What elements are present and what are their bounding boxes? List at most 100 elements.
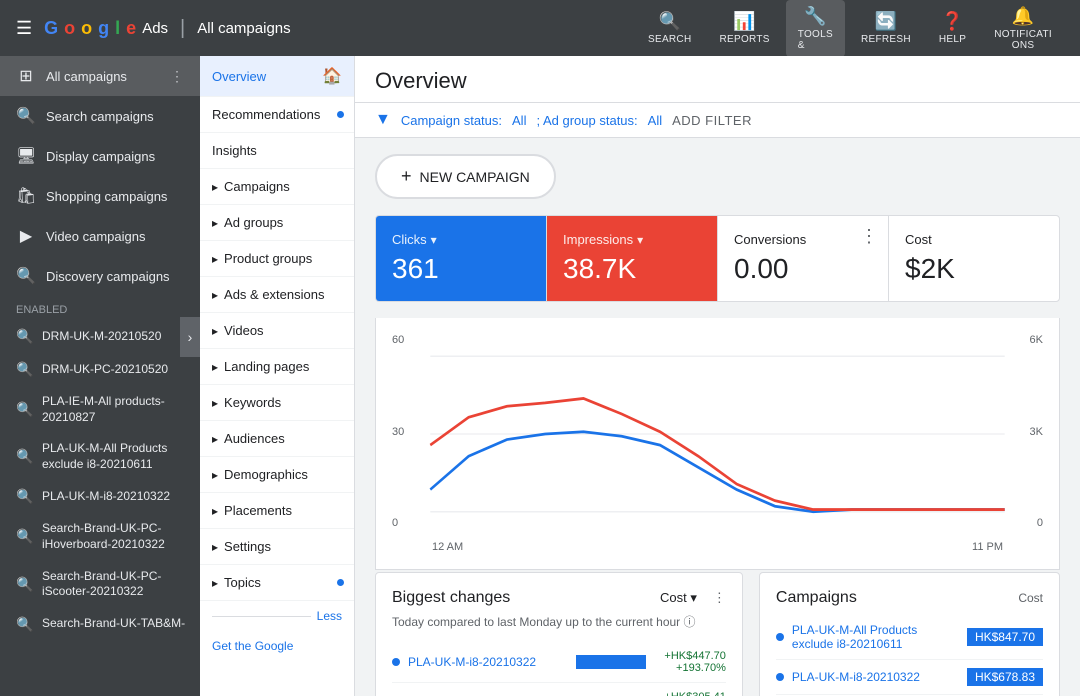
camp-name-1[interactable]: PLA-UK-M-All Products exclude i8-2021061… (792, 623, 959, 651)
campaigns-card-header: Campaigns Cost (776, 589, 1043, 607)
impressions-dropdown-icon[interactable]: ▾ (637, 233, 643, 247)
metrics-row: Clicks ▾ 361 Impressions ▾ 38.7K Convers… (375, 215, 1060, 302)
sidebar-all-campaigns-label: All campaigns (46, 69, 160, 84)
new-campaign-label: NEW CAMPAIGN (420, 169, 530, 185)
ad-group-status-value[interactable]: All (648, 113, 662, 128)
logo-l: l (115, 18, 120, 39)
sec-nav-recommendations-label: Recommendations (212, 107, 342, 122)
drm-uk-m-label: DRM-UK-M-20210520 (42, 329, 188, 345)
bc-name-1[interactable]: PLA-UK-M-i8-20210322 (408, 655, 568, 669)
sec-nav-settings[interactable]: ▸ Settings (200, 529, 354, 565)
chart-area: 60 30 0 6K 3K 0 (375, 318, 1060, 570)
sec-nav-product-groups[interactable]: ▸ Product groups (200, 241, 354, 277)
impressions-metric: Impressions ▾ 38.7K (547, 216, 718, 301)
tools-nav-button[interactable]: 🔧 TOOLS& (786, 0, 845, 57)
chart-svg (392, 334, 1043, 534)
sidebar-item-search-campaigns[interactable]: 🔍 Search campaigns (0, 96, 200, 136)
sidebar-campaign-search-brand-iscoot[interactable]: 🔍 Search-Brand-UK-PC-iScooter-20210322 (0, 561, 200, 608)
sidebar-campaign-search-brand-tab[interactable]: 🔍 Search-Brand-UK-TAB&M- (0, 608, 200, 641)
product-groups-arrow-icon: ▸ (212, 252, 218, 266)
clicks-dropdown-icon[interactable]: ▾ (431, 233, 437, 247)
sidebar-campaign-drm-uk-m[interactable]: 🔍 DRM-UK-M-20210520 › (0, 320, 200, 353)
sec-nav-topics[interactable]: ▸ Topics (200, 565, 354, 601)
biggest-changes-title: Biggest changes (392, 589, 652, 607)
conversions-metric: Conversions 0.00 ⋮ (718, 216, 889, 301)
clicks-value: 361 (392, 253, 530, 285)
sidebar-campaign-pla-ie-m[interactable]: 🔍 PLA-IE-M-All products-20210827 (0, 386, 200, 433)
reports-nav-button[interactable]: 📊 REPORTS (707, 5, 781, 51)
logo-o2: o (81, 18, 92, 39)
sec-nav-landing-pages-label: Landing pages (224, 359, 342, 374)
sec-nav-get-google[interactable]: Get the Google (200, 631, 354, 661)
sec-nav-ads-extensions[interactable]: ▸ Ads & extensions (200, 277, 354, 313)
biggest-changes-header: Biggest changes Cost ▾ ⋮ (392, 589, 726, 607)
refresh-nav-button[interactable]: 🔄 REFRESH (849, 5, 923, 51)
sidebar-campaign-pla-uk-m-excl[interactable]: 🔍 PLA-UK-M-All Products exclude i8-20210… (0, 433, 200, 480)
sidebar-item-discovery-campaigns[interactable]: 🔍 Discovery campaigns (0, 256, 200, 296)
cost-dropdown[interactable]: Cost ▾ (660, 590, 697, 606)
less-label: Less (317, 609, 342, 623)
ad-group-status-label: ; Ad group status: (536, 113, 637, 128)
metrics-more-icon[interactable]: ⋮ (860, 226, 878, 247)
add-filter-button[interactable]: ADD FILTER (672, 113, 752, 128)
search-brand-hover-label: Search-Brand-UK-PC-iHoverboard-20210322 (42, 521, 188, 552)
sidebar-item-video-campaigns[interactable]: ▶ Video campaigns (0, 216, 200, 256)
sidebar-discovery-campaigns-label: Discovery campaigns (46, 269, 184, 284)
sec-nav-topics-label: Topics (224, 575, 342, 590)
logo-e: e (126, 18, 136, 39)
sec-nav-audiences[interactable]: ▸ Audiences (200, 421, 354, 457)
cost-dropdown-label: Cost ▾ (660, 590, 697, 606)
pla-ie-m-icon: 🔍 (16, 401, 34, 418)
all-campaigns-more-icon[interactable]: ⋮ (170, 68, 184, 85)
pla-uk-m-i8-icon: 🔍 (16, 488, 34, 505)
y-label-30: 30 (392, 426, 404, 438)
bc-values-2: +HK$305.41 +56.32% (664, 691, 725, 696)
sidebar-display-campaigns-label: Display campaigns (46, 149, 184, 164)
biggest-changes-more-icon[interactable]: ⋮ (713, 590, 726, 606)
home-icon: 🏠 (322, 66, 342, 86)
sec-nav-landing-pages[interactable]: ▸ Landing pages (200, 349, 354, 385)
sidebar-item-shopping-campaigns[interactable]: 🛍 Shopping campaigns (0, 176, 200, 216)
notifications-nav-button[interactable]: 🔔 NOTIFICATIONS (982, 0, 1064, 57)
camp-name-2[interactable]: PLA-UK-M-i8-20210322 (792, 670, 959, 684)
campaigns-card-title: Campaigns (776, 589, 1018, 607)
sec-nav-recommendations[interactable]: Recommendations (200, 97, 354, 133)
campaign-status-value[interactable]: All (512, 113, 526, 128)
bc-value1-1: +HK$447.70 (664, 650, 725, 662)
pla-uk-m-excl-label: PLA-UK-M-All Products exclude i8-2021061… (42, 441, 188, 472)
sidebar-campaign-pla-uk-m-i8[interactable]: 🔍 PLA-UK-M-i8-20210322 (0, 480, 200, 513)
sidebar-chevron-right-icon[interactable]: › (180, 317, 200, 357)
logo-g2: g (98, 18, 109, 39)
chart-x-labels: 12 AM 11 PM (392, 537, 1043, 553)
search-nav-button[interactable]: 🔍 SEARCH (636, 5, 703, 51)
nav-title: All campaigns (197, 20, 290, 37)
y-label-3k: 3K (1030, 426, 1043, 438)
sidebar-item-all-campaigns[interactable]: ⊞ All campaigns ⋮ (0, 56, 200, 96)
camp-dot-2 (776, 673, 784, 681)
sec-nav-videos[interactable]: ▸ Videos (200, 313, 354, 349)
placements-arrow-icon: ▸ (212, 504, 218, 518)
sec-nav-overview-label: Overview (212, 69, 316, 84)
sidebar-item-display-campaigns[interactable]: 🖥 Display campaigns (0, 136, 200, 176)
search-brand-tab-icon: 🔍 (16, 616, 34, 633)
sec-nav-less[interactable]: Less (200, 601, 354, 631)
sec-nav-overview[interactable]: Overview 🏠 (200, 56, 354, 97)
nav-divider: | (180, 17, 185, 40)
bc-bar-1 (576, 655, 646, 669)
sec-nav-placements[interactable]: ▸ Placements (200, 493, 354, 529)
search-campaigns-icon: 🔍 (16, 106, 36, 126)
sec-nav-insights[interactable]: Insights (200, 133, 354, 169)
sec-nav-ad-groups[interactable]: ▸ Ad groups (200, 205, 354, 241)
sidebar-campaign-drm-uk-pc[interactable]: 🔍 DRM-UK-PC-20210520 (0, 353, 200, 386)
hamburger-icon[interactable]: ☰ (16, 18, 32, 39)
pla-uk-m-excl-icon: 🔍 (16, 448, 34, 465)
sec-nav-campaigns[interactable]: ▸ Campaigns (200, 169, 354, 205)
sec-nav-demographics[interactable]: ▸ Demographics (200, 457, 354, 493)
logo-o1: o (64, 18, 75, 39)
sec-nav-keywords[interactable]: ▸ Keywords (200, 385, 354, 421)
new-campaign-button[interactable]: + NEW CAMPAIGN (375, 154, 556, 199)
logo-g: G (44, 18, 58, 39)
help-nav-button[interactable]: ❓ HELP (927, 5, 978, 51)
landing-pages-arrow-icon: ▸ (212, 360, 218, 374)
sidebar-campaign-search-brand-hover[interactable]: 🔍 Search-Brand-UK-PC-iHoverboard-2021032… (0, 513, 200, 560)
